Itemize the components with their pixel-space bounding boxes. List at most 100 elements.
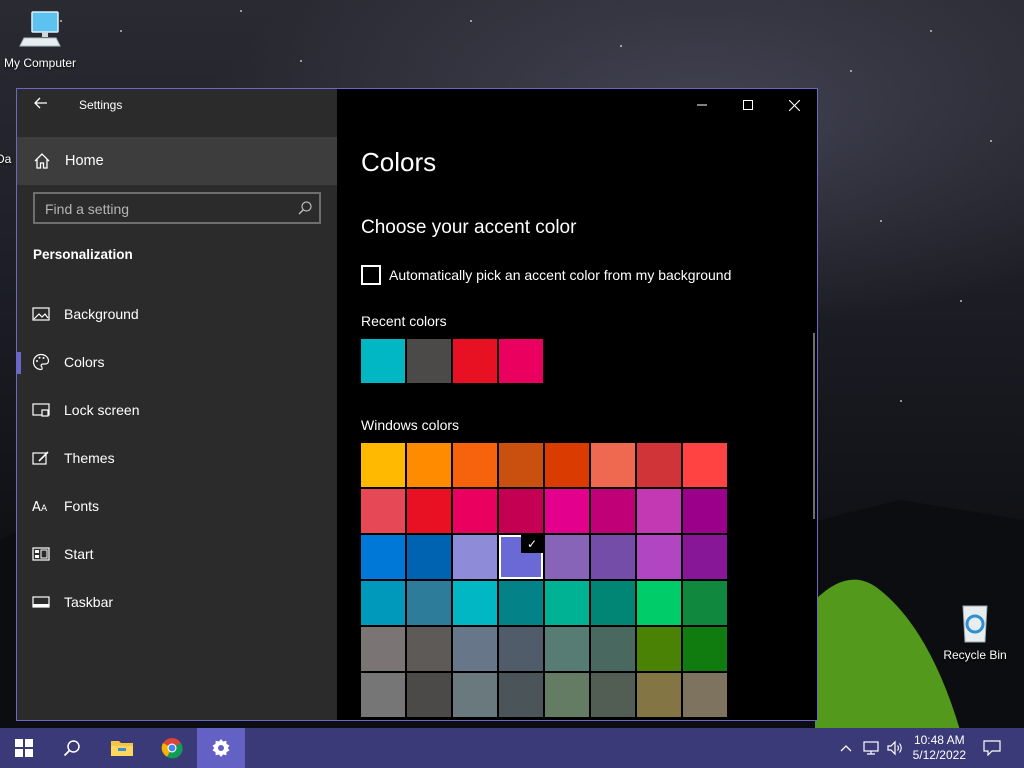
- page-title: Colors: [361, 147, 437, 177]
- sidebar-item-colors[interactable]: Colors: [17, 342, 337, 382]
- color-swatch[interactable]: [637, 443, 681, 487]
- home-icon: [33, 152, 51, 170]
- color-swatch[interactable]: [545, 489, 589, 533]
- color-swatch[interactable]: [407, 581, 451, 625]
- color-swatch[interactable]: [499, 673, 543, 717]
- sidebar-item-themes[interactable]: Themes: [17, 438, 337, 478]
- recent-colors-label: Recent colors: [361, 313, 447, 329]
- color-swatch[interactable]: [591, 489, 635, 533]
- sidebar-item-lock-screen[interactable]: Lock screen: [17, 390, 337, 430]
- color-swatch[interactable]: [637, 627, 681, 671]
- sidebar-item-fonts[interactable]: AA Fonts: [17, 486, 337, 526]
- recent-color-swatch[interactable]: [361, 339, 405, 383]
- chevron-up-icon[interactable]: [836, 728, 856, 768]
- minimize-icon[interactable]: [679, 89, 725, 121]
- window-title: Settings: [79, 98, 123, 112]
- sidebar-item-label: Background: [64, 306, 139, 322]
- color-swatch[interactable]: [683, 535, 727, 579]
- color-swatch[interactable]: [637, 489, 681, 533]
- settings-icon[interactable]: [197, 728, 245, 768]
- palette-icon: [32, 353, 50, 371]
- color-swatch[interactable]: [407, 535, 451, 579]
- system-clock[interactable]: 10:48 AM 5/12/2022: [913, 733, 966, 763]
- color-swatch[interactable]: [591, 535, 635, 579]
- sidebar-item-background[interactable]: Background: [17, 294, 337, 334]
- color-swatch[interactable]: [683, 489, 727, 533]
- color-swatch[interactable]: [545, 627, 589, 671]
- network-icon[interactable]: [860, 728, 882, 768]
- auto-pick-accent-checkbox[interactable]: Automatically pick an accent color from …: [361, 265, 731, 285]
- color-swatch[interactable]: [683, 443, 727, 487]
- close-icon[interactable]: [771, 89, 817, 121]
- sidebar-item-taskbar[interactable]: Taskbar: [17, 582, 337, 622]
- recent-color-swatch[interactable]: [453, 339, 497, 383]
- color-swatch[interactable]: [683, 627, 727, 671]
- color-swatch[interactable]: [453, 581, 497, 625]
- color-swatch[interactable]: [407, 673, 451, 717]
- color-swatch[interactable]: [545, 581, 589, 625]
- color-swatch[interactable]: [591, 443, 635, 487]
- color-swatch[interactable]: [591, 627, 635, 671]
- color-swatch[interactable]: [453, 673, 497, 717]
- search-icon[interactable]: [297, 200, 313, 216]
- color-swatch[interactable]: [407, 443, 451, 487]
- sidebar: Home Find a setting Personalization Back…: [17, 89, 337, 720]
- color-swatch[interactable]: [499, 443, 543, 487]
- volume-icon[interactable]: [884, 728, 906, 768]
- windows-start-icon[interactable]: [0, 728, 48, 768]
- search-icon[interactable]: [48, 728, 96, 768]
- sidebar-item-label: Home: [65, 153, 104, 169]
- color-swatch[interactable]: [407, 489, 451, 533]
- sidebar-item-label: Fonts: [64, 498, 100, 514]
- search-input[interactable]: Find a setting: [33, 192, 321, 224]
- color-swatch[interactable]: [453, 443, 497, 487]
- color-swatch[interactable]: [499, 581, 543, 625]
- desktop-icon-my-computer[interactable]: My Computer: [0, 8, 80, 70]
- color-swatch[interactable]: [361, 489, 405, 533]
- taskbar: 10:48 AM 5/12/2022: [0, 728, 1024, 768]
- maximize-icon[interactable]: [725, 89, 771, 121]
- color-swatch[interactable]: [499, 489, 543, 533]
- svg-text:A: A: [41, 504, 48, 514]
- desktop-icon-recycle-bin[interactable]: Recycle Bin: [935, 600, 1015, 662]
- fonts-icon: AA: [32, 497, 50, 515]
- search-placeholder: Find a setting: [45, 201, 130, 217]
- sidebar-item-start[interactable]: Start: [17, 534, 337, 574]
- sidebar-item-home[interactable]: Home: [17, 137, 337, 185]
- color-swatch-selected[interactable]: ✓: [499, 535, 543, 579]
- recent-color-swatch[interactable]: [499, 339, 543, 383]
- settings-window: Home Find a setting Personalization Back…: [16, 88, 818, 721]
- color-swatch[interactable]: [683, 673, 727, 717]
- color-swatch[interactable]: [453, 627, 497, 671]
- color-swatch[interactable]: [637, 673, 681, 717]
- color-swatch[interactable]: [683, 581, 727, 625]
- color-swatch[interactable]: [361, 673, 405, 717]
- taskbar-icon: [32, 593, 50, 611]
- checkmark-icon: ✓: [521, 535, 543, 553]
- color-swatch[interactable]: [545, 673, 589, 717]
- sidebar-item-label: Colors: [64, 354, 105, 370]
- color-swatch[interactable]: [499, 627, 543, 671]
- color-swatch[interactable]: [361, 627, 405, 671]
- color-swatch[interactable]: [407, 627, 451, 671]
- file-explorer-icon[interactable]: [98, 728, 146, 768]
- checkbox-box[interactable]: [361, 265, 381, 285]
- color-swatch[interactable]: [361, 535, 405, 579]
- color-swatch[interactable]: [545, 443, 589, 487]
- scrollbar[interactable]: [813, 333, 815, 519]
- color-swatch[interactable]: [637, 581, 681, 625]
- color-swatch[interactable]: [545, 535, 589, 579]
- recent-color-swatch[interactable]: [407, 339, 451, 383]
- color-swatch[interactable]: [637, 535, 681, 579]
- color-swatch[interactable]: [591, 581, 635, 625]
- color-swatch[interactable]: [453, 489, 497, 533]
- color-swatch[interactable]: [361, 581, 405, 625]
- content-pane: Colors Choose your accent color Automati…: [337, 89, 817, 720]
- notification-icon[interactable]: [976, 728, 1008, 768]
- desktop-icon-partial[interactable]: Da: [0, 152, 16, 166]
- back-arrow-icon[interactable]: [27, 93, 55, 117]
- color-swatch[interactable]: [453, 535, 497, 579]
- color-swatch[interactable]: [591, 673, 635, 717]
- chrome-icon[interactable]: [148, 728, 196, 768]
- color-swatch[interactable]: [361, 443, 405, 487]
